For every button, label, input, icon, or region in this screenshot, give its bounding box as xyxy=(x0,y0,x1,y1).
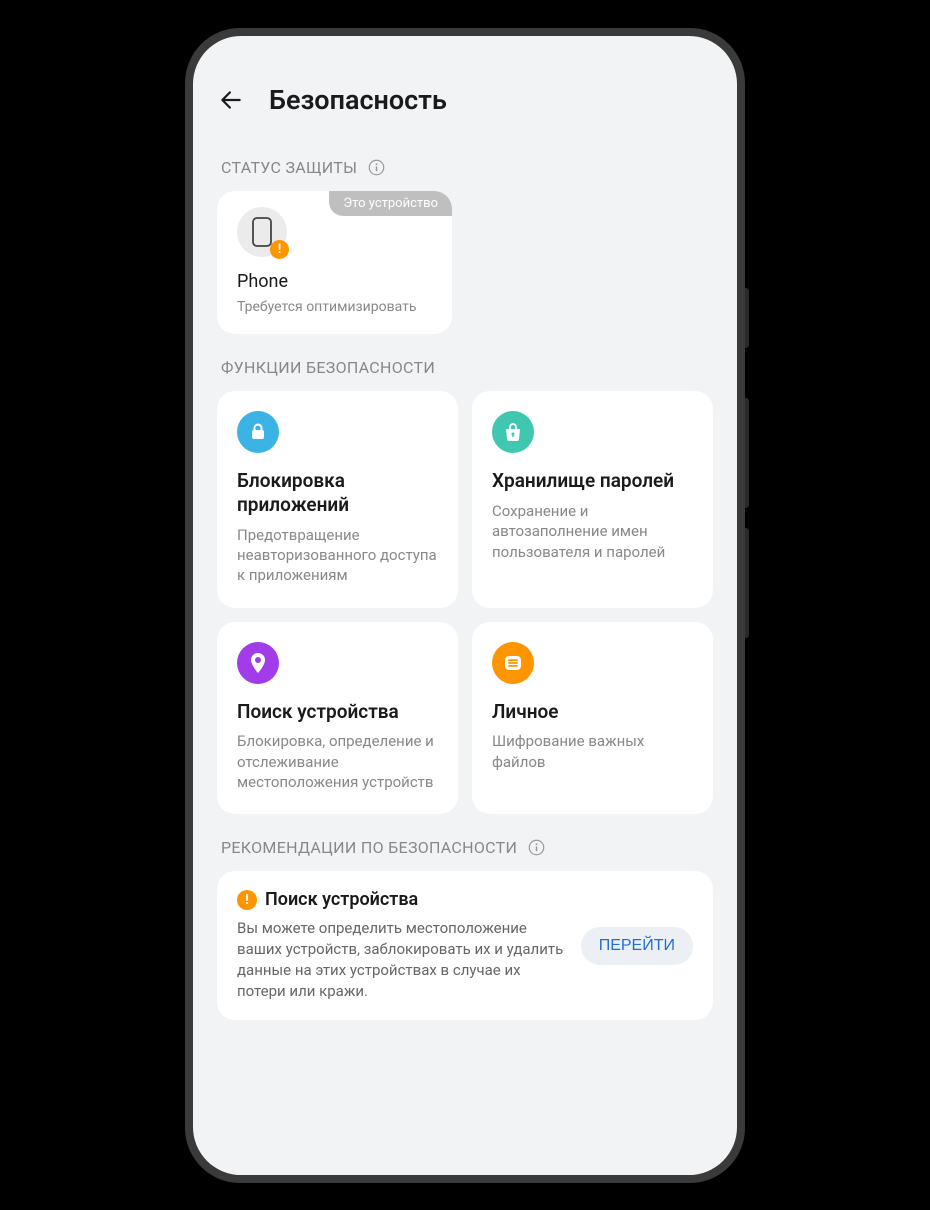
feature-desc: Предотвращение неавторизованного доступа… xyxy=(237,525,438,586)
feature-title: Поиск устройства xyxy=(237,700,438,724)
feature-desc: Шифрование важных файлов xyxy=(492,731,693,772)
recommendation-body: ! Поиск устройства Вы можете определить … xyxy=(237,889,565,1002)
recommendations-section: РЕКОМЕНДАЦИИ ПО БЕЗОПАСНОСТИ ! Поиск уст… xyxy=(193,814,737,1020)
appbar: Безопасность xyxy=(193,36,737,134)
volume-up-button xyxy=(745,398,749,508)
feature-title: Личное xyxy=(492,700,693,724)
feature-find-device[interactable]: Поиск устройства Блокировка, определение… xyxy=(217,622,458,815)
arrow-left-icon xyxy=(218,87,244,113)
stack-icon xyxy=(492,642,534,684)
device-card[interactable]: Это устройство ! Phone Требуется оптимиз… xyxy=(217,191,452,335)
section-label: РЕКОМЕНДАЦИИ ПО БЕЗОПАСНОСТИ xyxy=(221,838,517,857)
security-functions-section: ФУНКЦИИ БЕЗОПАСНОСТИ Блокировка приложен… xyxy=(193,334,737,814)
recommendation-title-row: ! Поиск устройства xyxy=(237,889,565,910)
section-header: СТАТУС ЗАЩИТЫ xyxy=(217,134,713,191)
this-device-badge: Это устройство xyxy=(329,191,452,216)
device-name: Phone xyxy=(237,271,432,292)
feature-grid: Блокировка приложений Предотвращение неа… xyxy=(217,391,713,814)
feature-title: Блокировка приложений xyxy=(237,469,438,517)
phone-frame: Безопасность СТАТУС ЗАЩИТЫ Это устройств… xyxy=(185,28,745,1183)
info-icon[interactable] xyxy=(527,839,545,857)
lock-icon xyxy=(237,411,279,453)
feature-password-vault[interactable]: Хранилище паролей Сохранение и автозапол… xyxy=(472,391,713,607)
section-header: РЕКОМЕНДАЦИИ ПО БЕЗОПАСНОСТИ xyxy=(217,814,713,871)
go-button[interactable]: ПЕРЕЙТИ xyxy=(581,927,693,965)
back-button[interactable] xyxy=(217,86,245,114)
protection-status-section: СТАТУС ЗАЩИТЫ Это устройство ! Phone Тре… xyxy=(193,134,737,335)
phone-icon xyxy=(252,217,272,247)
feature-title: Хранилище паролей xyxy=(492,469,693,493)
pin-icon xyxy=(237,642,279,684)
device-icon-wrap: ! xyxy=(237,207,287,257)
device-status: Требуется оптимизировать xyxy=(237,298,432,317)
warning-icon: ! xyxy=(237,890,257,910)
section-label: ФУНКЦИИ БЕЗОПАСНОСТИ xyxy=(221,358,435,377)
section-label: СТАТУС ЗАЩИТЫ xyxy=(221,158,357,177)
page-title: Безопасность xyxy=(269,84,447,116)
warning-badge-icon: ! xyxy=(270,240,289,259)
feature-app-lock[interactable]: Блокировка приложений Предотвращение неа… xyxy=(217,391,458,607)
feature-personal[interactable]: Личное Шифрование важных файлов xyxy=(472,622,713,815)
section-header: ФУНКЦИИ БЕЗОПАСНОСТИ xyxy=(217,334,713,391)
recommendation-card: ! Поиск устройства Вы можете определить … xyxy=(217,871,713,1020)
feature-desc: Блокировка, определение и отслеживание м… xyxy=(237,731,438,792)
screen: Безопасность СТАТУС ЗАЩИТЫ Это устройств… xyxy=(193,36,737,1175)
side-button xyxy=(745,288,749,348)
recommendation-title: Поиск устройства xyxy=(265,889,418,910)
volume-down-button xyxy=(745,528,749,638)
info-icon[interactable] xyxy=(367,158,385,176)
recommendation-desc: Вы можете определить местоположение ваши… xyxy=(237,918,565,1002)
feature-desc: Сохранение и автозаполнение имен пользов… xyxy=(492,501,693,562)
bag-lock-icon xyxy=(492,411,534,453)
